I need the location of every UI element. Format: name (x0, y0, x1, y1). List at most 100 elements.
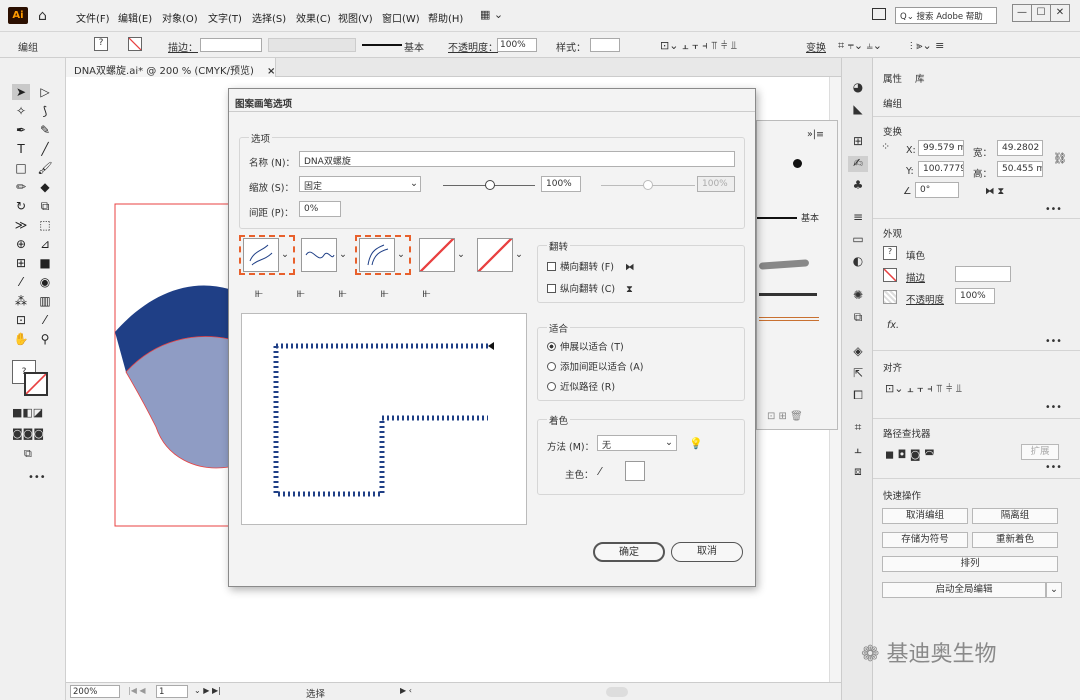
outer-corner-tile[interactable] (301, 238, 337, 272)
slice-tool-icon[interactable]: ⁄ (36, 312, 54, 328)
side-tile-chevron-icon[interactable]: ⌄ (281, 249, 289, 260)
gradient-tool-icon[interactable]: ■ (36, 255, 54, 271)
menu-window[interactable]: 窗口(W) (382, 10, 420, 25)
arrange-documents-icon[interactable] (872, 8, 886, 20)
brush-line-basic[interactable] (757, 217, 797, 219)
end-tile[interactable] (477, 238, 513, 272)
appearance-icon[interactable]: ✺ (848, 288, 868, 304)
perspective-grid-icon[interactable]: ⊿ (36, 236, 54, 252)
align-icons[interactable]: ⊡⌄ ⫠ ⫟ ⫞ ⫪ ⫩ ⫫ (660, 39, 737, 53)
panel-menu-icon[interactable]: »|≡ (807, 129, 824, 140)
pathfinder-panel-icon[interactable]: ⧈ (848, 464, 868, 480)
artboard-nav-next-icon[interactable]: ⌄ ▶ ▶| (194, 686, 221, 695)
layers-icon[interactable]: ◈ (848, 344, 868, 360)
expand-button[interactable]: 扩展 (1021, 444, 1059, 460)
tips-bulb-icon[interactable]: 💡 (689, 437, 703, 450)
spacing-input[interactable]: 0% (299, 201, 341, 217)
more-options-icons[interactable]: ⌗ ⫧⌄ ⫨⌄ ⫶ ⫸⌄ ≡ (838, 39, 944, 53)
pathfinder-more[interactable]: ••• (1045, 462, 1062, 473)
workspace-switcher-icon[interactable]: ▦ ⌄ (480, 8, 503, 21)
maximize-button[interactable]: ☐ (1031, 4, 1051, 22)
reference-point-icon[interactable]: ⁘ (881, 140, 890, 153)
artboard-tool-icon[interactable]: ⊡ (12, 312, 30, 328)
stroke-swatch-prop[interactable] (883, 268, 897, 282)
inner-corner-tile[interactable] (359, 238, 395, 272)
free-transform-icon[interactable]: ⬚ (36, 217, 54, 233)
stroke-label-prop[interactable]: 描边 (906, 270, 925, 284)
zoom-tool-icon[interactable]: ⚲ (36, 331, 54, 347)
transparency-icon[interactable]: ◐ (848, 254, 868, 270)
help-search-box[interactable]: Q⌄ 搜索 Adobe 帮助 (895, 7, 997, 24)
rectangle-tool-icon[interactable]: □ (12, 160, 30, 176)
menu-object[interactable]: 对象(O) (162, 10, 198, 25)
opacity-input[interactable]: 100% (955, 288, 995, 304)
tab-properties[interactable]: 属性 (883, 71, 902, 85)
appearance-more[interactable]: ••• (1045, 336, 1062, 347)
opacity-label[interactable]: 不透明度： (448, 39, 498, 54)
scale-tool-icon[interactable]: ⧉ (36, 198, 54, 214)
scale-slider-thumb[interactable] (485, 180, 495, 190)
width-tool-icon[interactable]: ≫ (12, 217, 30, 233)
pen-tool-icon[interactable]: ✒ (12, 122, 30, 138)
hand-tool-icon[interactable]: ✋ (12, 331, 30, 347)
color-guide-icon[interactable]: ◕ (848, 80, 868, 96)
arrange-button[interactable]: 排列 (882, 556, 1058, 572)
color-mode-buttons[interactable]: ■◧◪ (12, 406, 43, 419)
graphic-styles-icon[interactable]: ⧉ (848, 310, 868, 326)
curvature-tool-icon[interactable]: ✎ (36, 122, 54, 138)
column-graph-icon[interactable]: ▥ (36, 293, 54, 309)
flip-horizontal-option[interactable]: 横向翻转 (F) ⧓ (547, 259, 634, 273)
minimize-button[interactable]: — (1012, 4, 1032, 22)
zoom-level-field[interactable]: 200% (70, 685, 120, 698)
selection-tool-icon[interactable]: ➤ (12, 84, 30, 100)
name-input[interactable]: DNA双螺旋 (299, 151, 735, 167)
width-input[interactable]: 49.2802 (997, 140, 1043, 156)
flip-icons[interactable]: ⧓ ⧗ (985, 186, 1004, 197)
key-color-swatch[interactable] (625, 461, 645, 481)
pencil-tool-icon[interactable]: ✏ (12, 179, 30, 195)
flip-vertical-option[interactable]: 纵向翻转 (C) ⧗ (547, 281, 633, 295)
home-icon[interactable]: ⌂ (38, 8, 47, 24)
lasso-icon[interactable]: ⟆ (36, 103, 54, 119)
style-dropdown[interactable] (590, 38, 620, 52)
end-tile-chevron-icon[interactable]: ⌄ (515, 249, 523, 260)
global-edit-dropdown[interactable]: ⌄ (1046, 582, 1062, 598)
opacity-label-prop[interactable]: 不透明度 (906, 292, 944, 306)
start-tile[interactable] (419, 238, 455, 272)
transform-panel-icon[interactable]: ⌗ (848, 420, 868, 436)
variable-width-field[interactable] (268, 38, 356, 52)
artboard-nav-prev-icon[interactable]: |◀ ◀ (128, 686, 146, 695)
align-panel-icon[interactable]: ⫠ (848, 442, 868, 458)
opacity-field[interactable]: 100% (497, 38, 537, 52)
align-buttons[interactable]: ⊡⌄ ⫠ ⫟ ⫞ ⫪ ⫩ ⫫ (885, 382, 962, 396)
artboards-icon[interactable]: ⧠ (848, 388, 868, 404)
direct-selection-tool-icon[interactable]: ▷ (36, 84, 54, 100)
tab-libraries[interactable]: 库 (915, 71, 925, 85)
save-as-symbol-button[interactable]: 存储为符号 (882, 532, 968, 548)
brush-stroke-gray[interactable] (758, 259, 810, 270)
paintbrush-tool-icon[interactable]: 🖌 (36, 160, 54, 176)
ok-button[interactable]: 确定 (593, 542, 665, 562)
stroke-swatch[interactable] (128, 37, 142, 51)
menu-type[interactable]: 文字(T) (208, 10, 242, 25)
stroke-style-line[interactable] (362, 44, 402, 46)
stroke-label[interactable]: 描边： (168, 39, 198, 54)
line-tool-icon[interactable]: ╱ (36, 141, 54, 157)
export-icon[interactable]: ⇱ (848, 366, 868, 382)
x-input[interactable]: 99.579 m (918, 140, 964, 156)
ungroup-button[interactable]: 取消编组 (882, 508, 968, 524)
y-input[interactable]: 100.7779 (918, 161, 964, 177)
shape-builder-icon[interactable]: ⊕ (12, 236, 30, 252)
symbols-icon[interactable]: ♣ (848, 178, 868, 194)
stroke-weight-input[interactable] (955, 266, 1011, 282)
side-tile[interactable] (243, 238, 279, 272)
height-input[interactable]: 50.455 m (997, 161, 1043, 177)
recolor-button[interactable]: 重新着色 (972, 532, 1058, 548)
transform-label[interactable]: 变换 (806, 39, 826, 54)
mesh-tool-icon[interactable]: ⊞ (12, 255, 30, 271)
fx-button[interactable]: fx. (887, 320, 899, 331)
symbol-sprayer-icon[interactable]: ⁂ (12, 293, 30, 309)
swatches-icon[interactable]: ⊞ (848, 134, 868, 150)
transform-more[interactable]: ••• (1045, 204, 1062, 215)
fill-swatch-prop[interactable]: ? (883, 246, 897, 260)
